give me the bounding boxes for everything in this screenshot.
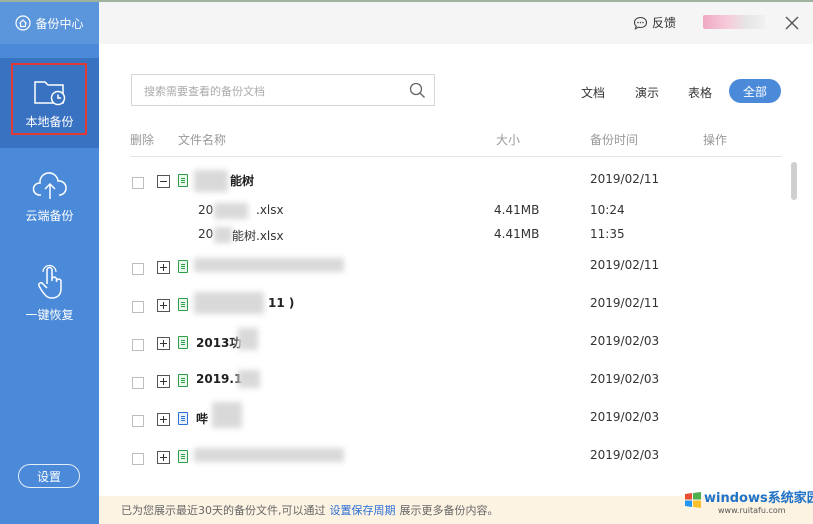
file-name: 20 [198,203,214,217]
search-input[interactable] [142,81,396,101]
redaction-blur [212,402,242,428]
row-checkbox[interactable] [132,339,144,351]
column-backup-time: 备份时间 [590,133,639,147]
home-icon [15,15,32,31]
redaction-blur [214,203,248,219]
footer-text-after: 展示更多备份内容。 [399,504,499,517]
avatar[interactable] [703,15,765,29]
filter-slides[interactable]: 演示 [635,84,659,101]
backup-date: 2019/02/11 [590,258,660,272]
sidebar-item-cloud-backup[interactable]: 云端备份 [0,152,99,242]
hand-tap-icon [37,264,62,299]
redaction-blur [214,227,232,243]
redaction-blur [194,292,264,314]
backup-time: 10:24 [590,203,625,217]
backup-date: 2019/02/11 [590,296,660,310]
filter-all[interactable]: 全部 [729,79,781,103]
chat-bubble-icon [633,16,648,30]
row-checkbox[interactable] [132,377,144,389]
cloud-upload-icon [32,171,67,199]
spreadsheet-file-icon [178,298,188,311]
sidebar-brand-label: 备份中心 [35,16,84,31]
redaction-blur [194,258,344,272]
expand-icon[interactable] [157,261,170,274]
file-name-suffix: .xlsx [256,203,284,217]
table-row[interactable]: 哔 2019/02/03 [130,402,782,432]
table-row[interactable]: 能树 2019/02/11 [130,170,782,194]
file-size: 4.41MB [494,203,540,217]
sidebar-item-one-click-restore[interactable]: 一键恢复 [0,248,99,338]
column-delete: 删除 [130,133,155,147]
file-name: 能树 [230,174,255,188]
row-checkbox[interactable] [132,177,144,189]
redaction-blur [194,170,228,192]
filter-doc[interactable]: 文档 [581,84,605,101]
column-size: 大小 [496,133,521,147]
file-name: 2019.1 [196,372,243,386]
file-name-suffix: 能树.xlsx [232,229,284,243]
backup-time: 11:35 [590,227,625,241]
expand-icon[interactable] [157,337,170,350]
table-row[interactable]: 2019/02/03 [130,448,782,470]
backup-date: 2019/02/11 [590,172,660,186]
watermark-title: windows系统家园 [704,491,813,506]
backup-date: 2019/02/03 [590,410,660,424]
spreadsheet-file-icon [178,174,188,187]
backup-date: 2019/02/03 [590,448,660,462]
file-name: 2013功 [196,336,242,350]
backup-date: 2019/02/03 [590,372,660,386]
spreadsheet-file-icon [178,374,188,387]
table-row[interactable]: 2019/02/11 [130,258,782,280]
file-name: 哔 [196,412,209,426]
footer-text: 已为您展示最近30天的备份文件,可以通过 [121,504,326,517]
settings-button[interactable]: 设置 [18,464,80,488]
table-row[interactable]: 2013功 2019/02/03 [130,328,782,356]
windows-logo-icon [685,492,701,508]
backup-date: 2019/02/03 [590,334,660,348]
document-file-icon [178,412,188,425]
child-row[interactable]: 20 .xlsx 4.41MB 10:24 [130,203,782,225]
title-bar: 反馈 [99,2,813,44]
sidebar: 备份中心 本地备份 云端备份 一键恢复 设置 [0,2,99,524]
set-retention-link[interactable]: 设置保存周期 [330,502,396,518]
table-row[interactable]: 11 ) 2019/02/11 [130,292,782,318]
close-icon[interactable] [783,14,801,32]
expand-icon[interactable] [157,375,170,388]
watermark: windows系统家园 www.ruitafu.com [684,487,813,521]
column-action: 操作 [703,133,728,147]
scrollbar-thumb[interactable] [791,162,797,200]
sidebar-item-local-backup[interactable]: 本地备份 [0,58,99,148]
redaction-blur [194,448,344,462]
redaction-blur [238,370,260,388]
sidebar-brand: 备份中心 [0,2,99,44]
expand-icon[interactable] [157,299,170,312]
row-checkbox[interactable] [132,301,144,313]
child-row[interactable]: 20 能树.xlsx 4.41MB 11:35 [130,227,782,249]
row-checkbox[interactable] [132,415,144,427]
feedback-label: 反馈 [652,16,677,30]
file-name: 11 ) [268,296,295,310]
sidebar-item-label: 云端备份 [25,208,74,223]
file-size: 4.41MB [494,227,540,241]
sidebar-item-label: 一键恢复 [25,307,74,322]
file-name: 20 [198,227,214,241]
row-checkbox[interactable] [132,263,144,275]
collapse-icon[interactable] [157,175,170,188]
table-row[interactable]: 2019.1 2019/02/03 [130,370,782,394]
search-icon[interactable] [409,82,426,99]
spreadsheet-file-icon [178,336,188,349]
column-filename: 文件名称 [178,133,227,147]
filter-sheet[interactable]: 表格 [688,84,712,101]
selection-highlight [11,63,87,135]
expand-icon[interactable] [157,413,170,426]
table-header: 删除 文件名称 大小 备份时间 操作 [130,124,782,157]
spreadsheet-file-icon [178,260,188,273]
row-checkbox[interactable] [132,453,144,465]
expand-icon[interactable] [157,451,170,464]
feedback-button[interactable]: 反馈 [633,14,676,31]
watermark-url: www.ruitafu.com [718,506,786,515]
spreadsheet-file-icon [178,450,188,463]
redaction-blur [238,328,258,350]
search-box [131,74,435,106]
